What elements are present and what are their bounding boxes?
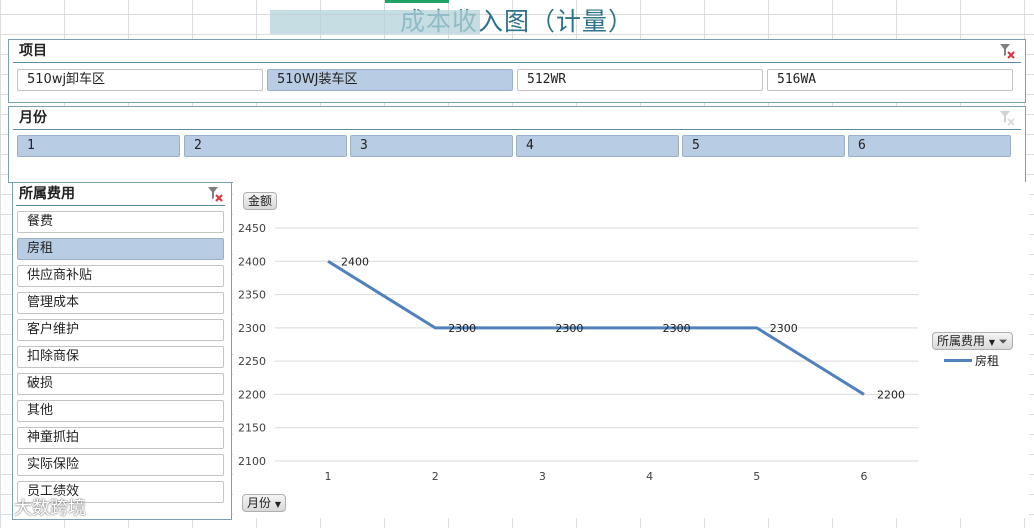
slicer-expense-header: 所属费用	[16, 183, 225, 206]
chevron-down-icon: ▼	[274, 500, 281, 509]
slicer-item-camera-capture[interactable]: 神童抓拍	[17, 427, 224, 449]
slicer-item-breakage[interactable]: 破损	[17, 373, 224, 395]
legend-line-swatch	[944, 359, 972, 362]
value-field-button[interactable]: 金额	[243, 192, 278, 210]
axis-field-label: 月份	[247, 496, 272, 510]
slicer-project-header: 项目	[13, 40, 1021, 63]
slicer-item-actual-insurance[interactable]: 实际保险	[17, 454, 224, 476]
chart-title: 成本收入图（计量）	[399, 7, 634, 36]
slicer-item-other[interactable]: 其他	[17, 400, 224, 422]
slicer-project-title: 项目	[19, 43, 47, 59]
pivot-chart[interactable]	[233, 182, 1029, 518]
slicer-expense: 所属费用 餐费 房租 供应商补贴 管理成本 客户维护 扣除商保 破损 其他 神童…	[12, 182, 232, 520]
clear-filter-icon[interactable]	[999, 110, 1015, 126]
slicer-item-customer-maintenance[interactable]: 客户维护	[17, 319, 224, 341]
legend-series-label: 房租	[975, 354, 1000, 368]
slicer-month-title: 月份	[19, 110, 47, 126]
slicer-item-meals[interactable]: 餐费	[17, 211, 224, 233]
slicer-item-management-cost[interactable]: 管理成本	[17, 292, 224, 314]
slicer-item-month-4[interactable]: 4	[516, 135, 679, 157]
filter-icon: ⏷	[998, 335, 1008, 348]
slicer-item-rent[interactable]: 房租	[17, 238, 224, 260]
slicer-item-month-2[interactable]: 2	[184, 135, 347, 157]
clear-filter-icon[interactable]	[999, 43, 1015, 59]
selected-column-marker	[385, 0, 449, 3]
slicer-item-supplier-subsidy[interactable]: 供应商补贴	[17, 265, 224, 287]
legend-field-button[interactable]: 所属费用 ▼ ⏷	[932, 332, 1013, 350]
clear-filter-icon[interactable]	[207, 186, 223, 202]
slicer-item-month-1[interactable]: 1	[17, 135, 180, 157]
slicer-item-month-3[interactable]: 3	[350, 135, 513, 157]
slicer-item-510wj-load[interactable]: 510WJ装车区	[267, 69, 513, 91]
slicer-expense-title: 所属费用	[19, 186, 75, 202]
axis-field-button[interactable]: 月份 ▼	[242, 494, 286, 512]
chevron-down-icon: ▼	[988, 338, 995, 347]
watermark: 大数跨境	[14, 498, 86, 519]
redacted-title-region	[270, 10, 480, 34]
slicer-item-month-6[interactable]: 6	[848, 135, 1011, 157]
slicer-item-516wa[interactable]: 516WA	[767, 69, 1013, 91]
slicer-project: 项目 510wj卸车区 510WJ装车区 512WR 516WA	[8, 39, 1026, 103]
legend-field-label: 所属费用	[937, 334, 986, 348]
slicer-month-header: 月份	[13, 107, 1021, 130]
slicer-item-512wr[interactable]: 512WR	[517, 69, 763, 91]
slicer-item-insurance-deduction[interactable]: 扣除商保	[17, 346, 224, 368]
slicer-item-510wj-unload[interactable]: 510wj卸车区	[17, 69, 263, 91]
slicer-month: 月份 1 2 3 4 5 6	[8, 106, 1026, 183]
slicer-item-month-5[interactable]: 5	[682, 135, 845, 157]
